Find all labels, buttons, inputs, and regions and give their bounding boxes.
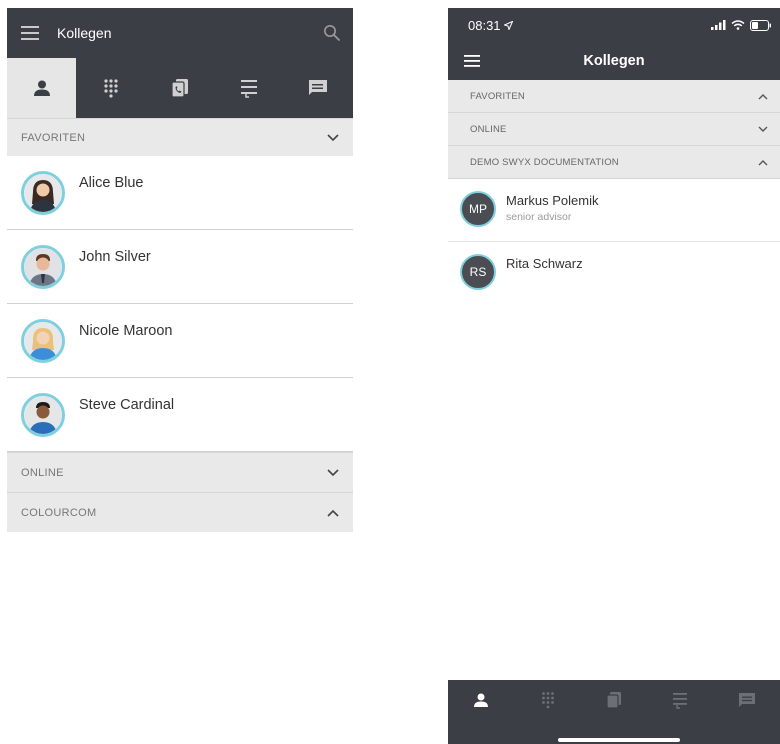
voicemail-list-icon	[240, 78, 258, 98]
chevron-down-icon	[327, 133, 339, 142]
section-favoriten[interactable]: FAVORITEN	[7, 118, 353, 156]
section-label: COLOURCOM	[21, 506, 97, 519]
tab-chat[interactable]	[284, 58, 353, 118]
section-label: ONLINE	[470, 123, 507, 135]
section-label: FAVORITEN	[470, 90, 525, 102]
tab-bar	[448, 680, 780, 744]
menu-icon[interactable]	[464, 55, 480, 67]
location-arrow-icon	[503, 20, 513, 30]
tab-call-history[interactable]	[145, 58, 214, 118]
contact-name: Rita Schwarz	[506, 256, 583, 271]
avatar: MP	[460, 191, 496, 227]
chat-icon	[738, 692, 756, 708]
avatar: RS	[460, 254, 496, 290]
tab-dialpad[interactable]	[76, 58, 145, 118]
status-time: 08:31	[468, 17, 501, 33]
tab-call-history[interactable]	[581, 691, 647, 709]
section-label: FAVORITEN	[21, 131, 86, 144]
dialpad-icon	[541, 691, 555, 709]
voicemail-list-icon	[672, 691, 688, 709]
avatar	[21, 170, 65, 215]
page-title: Kollegen	[583, 53, 645, 69]
contact-row[interactable]: John Silver	[7, 230, 353, 304]
section-online[interactable]: ONLINE	[7, 452, 353, 492]
section-demo-swyx-documentation[interactable]: DEMO SWYX DOCUMENTATION	[448, 146, 780, 179]
contact-row[interactable]: Steve Cardinal	[7, 378, 353, 452]
person-icon	[33, 80, 51, 96]
status-bar: 08:31	[448, 8, 780, 42]
contact-row[interactable]: MP Markus Polemik senior advisor	[448, 179, 780, 242]
contact-name: Alice Blue	[79, 174, 144, 191]
contact-name: Markus Polemik	[506, 193, 599, 208]
contact-name: Steve Cardinal	[79, 396, 175, 413]
tab-dialpad[interactable]	[514, 691, 580, 709]
contact-text: Markus Polemik senior advisor	[506, 191, 598, 223]
chat-icon	[308, 79, 328, 97]
dialpad-icon	[103, 78, 119, 98]
avatar	[21, 244, 65, 289]
search-icon[interactable]	[323, 24, 341, 42]
contact-name: Nicole Maroon	[79, 322, 173, 339]
home-indicator[interactable]	[558, 738, 680, 742]
chevron-down-icon	[327, 468, 339, 477]
section-favoriten[interactable]: FAVORITEN	[448, 80, 780, 113]
call-history-icon	[171, 78, 189, 98]
contact-row[interactable]: Alice Blue	[7, 156, 353, 230]
tab-chat[interactable]	[714, 692, 780, 708]
status-icons	[711, 19, 772, 31]
app-bar: Kollegen	[7, 8, 353, 58]
section-label: ONLINE	[21, 466, 64, 479]
tab-contacts[interactable]	[7, 58, 77, 118]
contact-row[interactable]: Nicole Maroon	[7, 304, 353, 378]
section-online[interactable]: ONLINE	[448, 113, 780, 146]
contact-text: Rita Schwarz	[506, 254, 583, 271]
chevron-up-icon	[758, 93, 768, 100]
signal-icon	[711, 20, 726, 30]
person-icon	[473, 693, 489, 707]
avatar	[21, 318, 65, 363]
section-label: DEMO SWYX DOCUMENTATION	[470, 156, 619, 168]
status-time-group: 08:31	[468, 18, 513, 33]
chevron-up-icon	[327, 509, 339, 517]
contact-title: senior advisor	[506, 211, 572, 223]
android-screen: Kollegen FAVORITEN Alice Blue John Silve…	[7, 8, 353, 532]
tab-bar-items	[448, 680, 780, 720]
wifi-icon	[731, 20, 745, 30]
menu-icon[interactable]	[21, 26, 39, 40]
ios-screen: 08:31 Kollegen FAVORITEN ONLINE DEMO SWY…	[448, 8, 780, 744]
call-history-icon	[606, 691, 622, 709]
section-colourcom[interactable]: COLOURCOM	[7, 492, 353, 532]
page-title: Kollegen	[57, 25, 112, 41]
battery-icon	[750, 19, 772, 31]
contact-name: John Silver	[79, 248, 151, 265]
tab-bar	[7, 58, 353, 118]
tab-contacts[interactable]	[448, 693, 514, 707]
navigation-bar: Kollegen	[448, 42, 780, 80]
tab-voicemail[interactable]	[647, 691, 713, 709]
app-bar: 08:31 Kollegen	[448, 8, 780, 80]
contact-row[interactable]: RS Rita Schwarz	[448, 242, 780, 305]
chevron-down-icon	[758, 126, 768, 133]
chevron-up-icon	[758, 159, 768, 166]
tab-voicemail[interactable]	[215, 58, 284, 118]
avatar	[21, 392, 65, 437]
